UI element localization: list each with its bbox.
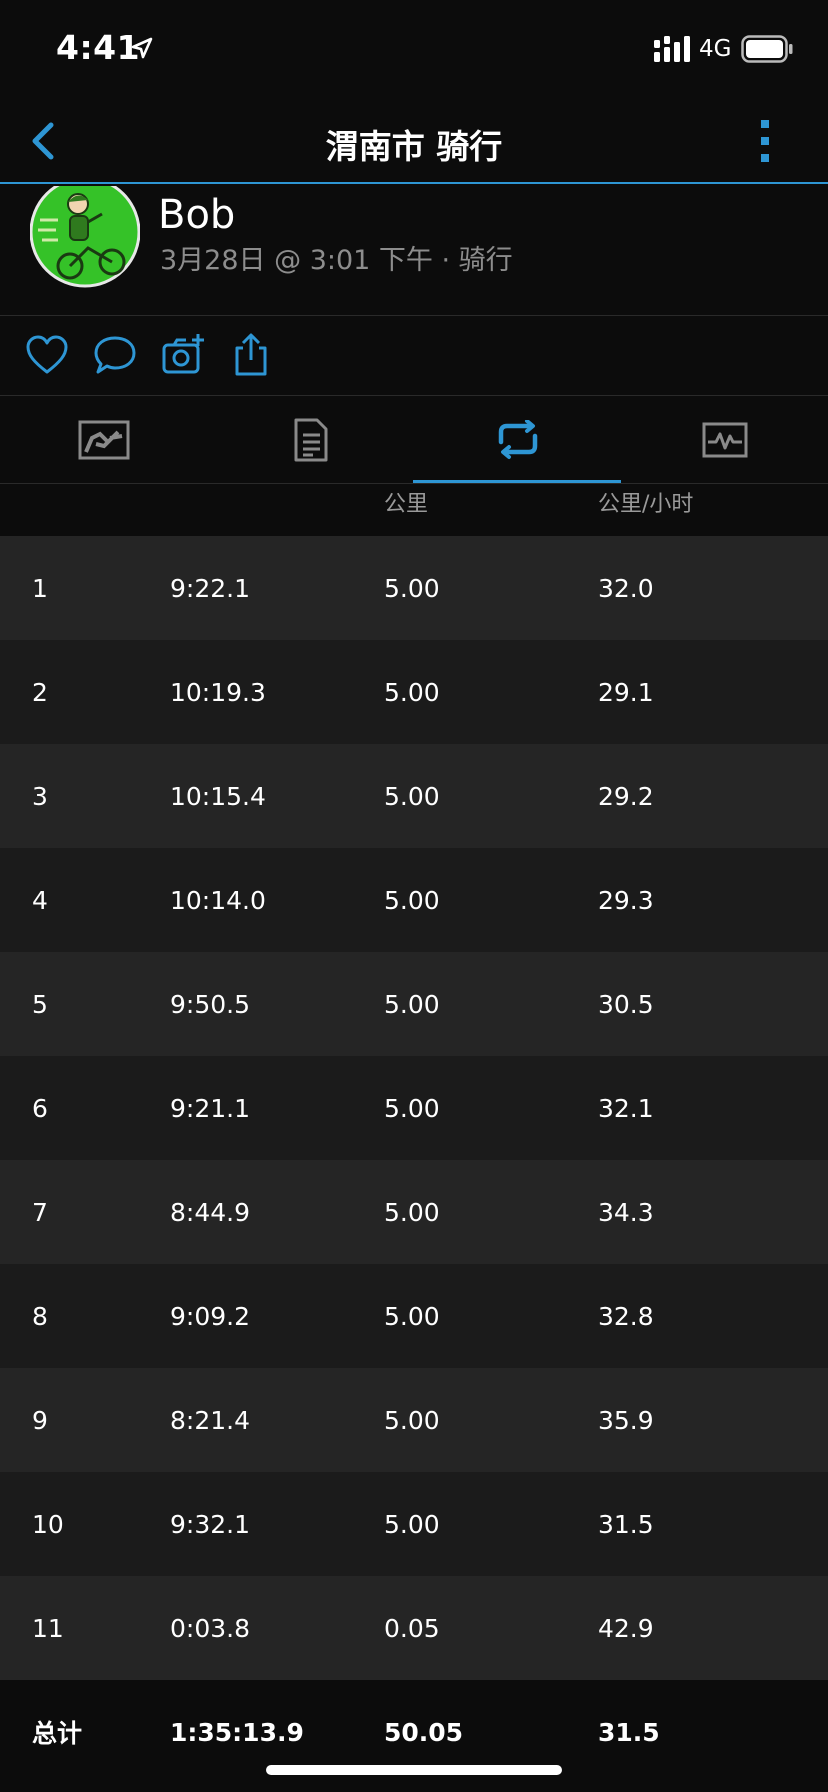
lap-row[interactable]: 9 8:21.4 5.00 35.9 [0, 1368, 828, 1472]
lap-speed: 32.1 [598, 1093, 654, 1123]
heart-icon [26, 335, 68, 374]
user-name: Bob [158, 192, 236, 238]
lap-distance: 5.00 [384, 885, 440, 915]
lap-number: 2 [32, 677, 48, 707]
lap-row[interactable]: 5 9:50.5 5.00 30.5 [0, 952, 828, 1056]
lap-speed: 32.0 [598, 573, 654, 603]
lap-time: 9:22.1 [170, 573, 250, 603]
page-title: 渭南市 骑行 [325, 127, 503, 166]
network-type: 4G [699, 36, 732, 62]
lap-row[interactable]: 11 0:03.8 0.05 42.9 [0, 1576, 828, 1680]
lap-distance: 5.00 [384, 989, 440, 1019]
performance-graph-icon [702, 422, 747, 458]
lap-distance: 5.00 [384, 1197, 440, 1227]
tab-performance[interactable] [621, 396, 828, 484]
lap-time: 8:44.9 [170, 1197, 250, 1227]
add-photo-button[interactable] [160, 332, 206, 378]
tab-laps[interactable] [414, 396, 621, 484]
action-bar [0, 316, 828, 396]
lap-distance: 5.00 [384, 1509, 440, 1539]
lap-row[interactable]: 4 10:14.0 5.00 29.3 [0, 848, 828, 952]
totals-label: 总计 [32, 1719, 83, 1748]
lap-distance: 5.00 [384, 573, 440, 603]
lap-number: 9 [32, 1405, 48, 1435]
lap-speed: 34.3 [598, 1197, 654, 1227]
laps-column-headers: 公里 公里/小时 [0, 484, 828, 536]
lap-speed: 35.9 [598, 1405, 654, 1435]
lap-number: 6 [32, 1093, 48, 1123]
lap-row[interactable]: 8 9:09.2 5.00 32.8 [0, 1264, 828, 1368]
signal-strength-icon [654, 36, 690, 62]
like-button[interactable] [24, 332, 70, 378]
more-options-button[interactable] [740, 114, 790, 168]
lap-row[interactable]: 3 10:15.4 5.00 29.2 [0, 744, 828, 848]
lap-speed: 30.5 [598, 989, 654, 1019]
comment-icon [94, 336, 136, 374]
home-indicator [266, 1765, 562, 1775]
lap-time: 10:14.0 [170, 885, 266, 915]
lap-speed: 42.9 [598, 1613, 654, 1643]
lap-row[interactable]: 6 9:21.1 5.00 32.1 [0, 1056, 828, 1160]
activity-header: Bob 3月28日 @ 3:01 下午 · 骑行 [0, 186, 828, 316]
lap-time: 9:21.1 [170, 1093, 250, 1123]
add-photo-icon [162, 334, 204, 374]
lap-time: 10:15.4 [170, 781, 266, 811]
lap-distance: 5.00 [384, 1093, 440, 1123]
lap-time: 9:09.2 [170, 1301, 250, 1331]
lap-number: 3 [32, 781, 48, 811]
laps-loop-icon [498, 420, 537, 459]
lap-number: 1 [32, 573, 48, 603]
lap-speed: 29.3 [598, 885, 654, 915]
lap-row[interactable]: 2 10:19.3 5.00 29.1 [0, 640, 828, 744]
lap-number: 7 [32, 1197, 48, 1227]
lap-distance: 5.00 [384, 1405, 440, 1435]
lap-time: 9:50.5 [170, 989, 250, 1019]
laps-totals: 总计 1:35:13.9 50.05 31.5 [0, 1680, 828, 1792]
activity-tabs [0, 396, 828, 484]
active-tab-indicator [413, 480, 621, 483]
status-bar: 4:41 4G [0, 0, 828, 100]
battery-icon [741, 35, 793, 63]
lap-distance: 5.00 [384, 781, 440, 811]
tab-details[interactable] [207, 396, 414, 484]
lap-speed: 32.8 [598, 1301, 654, 1331]
lap-row[interactable]: 1 9:22.1 5.00 32.0 [0, 536, 828, 640]
lap-speed: 29.2 [598, 781, 654, 811]
lap-distance: 5.00 [384, 677, 440, 707]
lap-number: 4 [32, 885, 48, 915]
lap-time: 10:19.3 [170, 677, 266, 707]
lap-distance: 5.00 [384, 1301, 440, 1331]
lap-time: 9:32.1 [170, 1509, 250, 1539]
lap-number: 11 [32, 1613, 64, 1643]
totals-speed: 31.5 [598, 1717, 660, 1747]
distance-column-header: 公里 [384, 492, 429, 517]
speed-column-header: 公里/小时 [598, 492, 694, 517]
lap-speed: 31.5 [598, 1509, 654, 1539]
lap-distance: 0.05 [384, 1613, 440, 1643]
avatar[interactable] [30, 186, 140, 288]
tab-overview[interactable] [0, 396, 207, 484]
navigation-bar: 渭南市 骑行 [0, 100, 828, 184]
overview-chart-icon [78, 420, 129, 460]
share-icon [235, 333, 267, 376]
lap-row[interactable]: 7 8:44.9 5.00 34.3 [0, 1160, 828, 1264]
activity-date-type: 3月28日 @ 3:01 下午 · 骑行 [160, 245, 513, 276]
details-document-icon [294, 418, 327, 462]
lap-time: 8:21.4 [170, 1405, 250, 1435]
lap-number: 8 [32, 1301, 48, 1331]
lap-time: 0:03.8 [170, 1613, 250, 1643]
status-time: 4:41 [56, 28, 141, 67]
share-button[interactable] [228, 332, 274, 378]
lap-row[interactable]: 10 9:32.1 5.00 31.5 [0, 1472, 828, 1576]
location-arrow-icon [131, 37, 153, 59]
comment-button[interactable] [92, 332, 138, 378]
lap-number: 10 [32, 1509, 64, 1539]
lap-speed: 29.1 [598, 677, 654, 707]
laps-table: 1 9:22.1 5.00 32.0 2 10:19.3 5.00 29.1 3 10:15.4 5… [0, 536, 828, 1680]
lap-number: 5 [32, 989, 48, 1019]
